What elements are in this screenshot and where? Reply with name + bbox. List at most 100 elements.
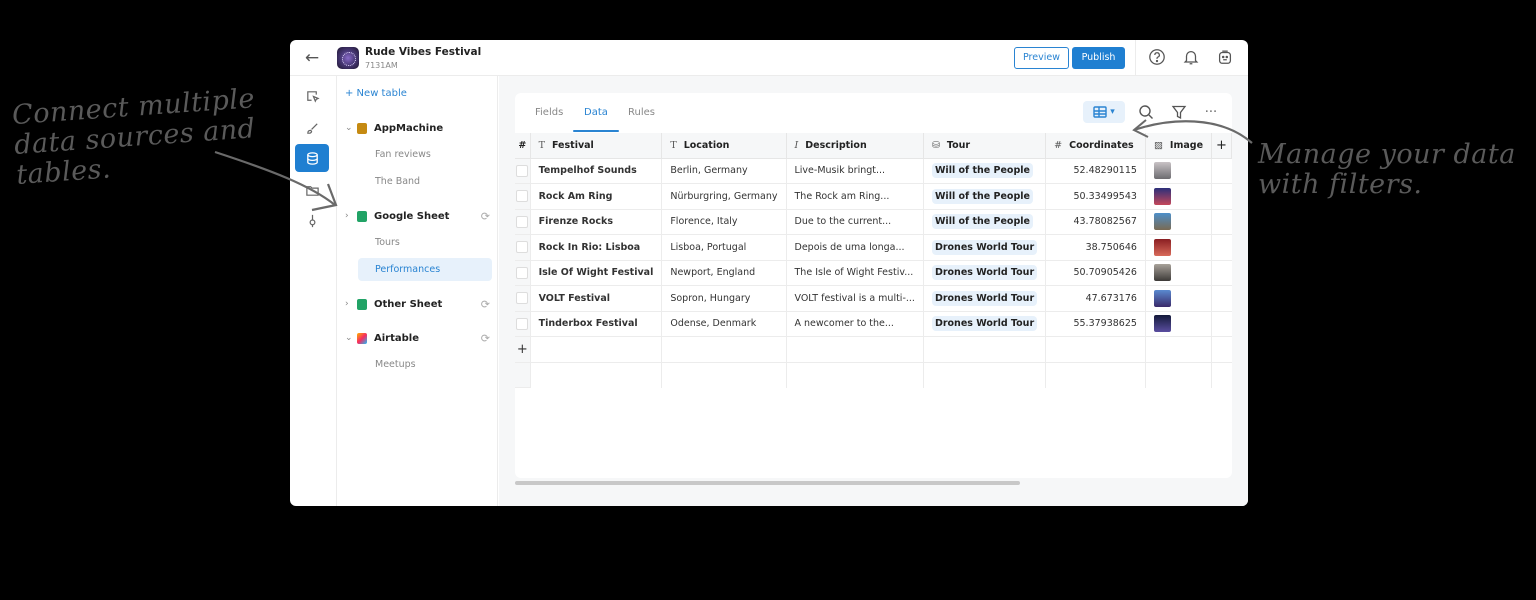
tab-fields[interactable]: Fields [535,107,563,118]
cell-festival[interactable]: Tinderbox Festival [530,311,663,337]
row-checkbox[interactable] [516,241,529,254]
cell-description[interactable]: The Isle of Wight Festiv... [786,260,924,286]
column-header-festival[interactable]: T Festival [530,133,663,159]
column-header-coordinates[interactable]: # Coordinates [1045,133,1146,159]
column-header-image[interactable]: ▨ Image [1145,133,1213,159]
cell-tour[interactable]: Will of the People [923,158,1047,184]
filter-icon[interactable] [1169,102,1189,122]
cell-festival[interactable]: Isle Of Wight Festival [530,260,663,286]
source-appmachine[interactable]: ⌄ AppMachine [345,118,490,138]
table-item[interactable]: Tours [358,231,492,254]
table-row[interactable]: Rock Am Ring Nürburgring, Germany The Rock… [515,183,1232,210]
cell-description[interactable]: Due to the current... [786,209,924,235]
table-item[interactable]: Meetups [358,353,492,376]
table-row[interactable]: Rock In Rio: Lisboa Lisboa, Portugal Depoi… [515,234,1232,261]
rail-design[interactable] [295,114,329,142]
table-item-active[interactable]: Performances [358,258,492,281]
add-column-button[interactable]: + [1211,133,1232,159]
column-header-tour[interactable]: ⛁ Tour [923,133,1047,159]
row-checkbox-cell[interactable] [515,158,531,184]
cell-location[interactable]: Florence, Italy [661,209,787,235]
tab-data[interactable]: Data [584,107,608,118]
cell-location[interactable]: Nürburgring, Germany [661,183,787,210]
cell-tour[interactable]: Will of the People [923,183,1047,210]
cell-image[interactable] [1145,234,1213,261]
row-checkbox[interactable] [516,266,529,279]
sync-icon[interactable]: ⟳ [481,210,490,223]
cell-tour[interactable]: Drones World Tour [923,234,1047,261]
source-airtable[interactable]: ⌄ Airtable ⟳ [345,328,490,348]
rail-select[interactable] [295,82,329,110]
view-switcher-button[interactable]: ▾ [1083,101,1125,123]
cell-tour[interactable]: Will of the People [923,209,1047,235]
cell-image[interactable] [1145,260,1213,286]
cell-coordinates[interactable]: 52.48290115 [1045,158,1146,184]
back-button[interactable]: ← [302,48,322,68]
cell-description[interactable]: Live-Musik bringt... [786,158,924,184]
row-checkbox[interactable] [516,215,529,228]
cell-coordinates[interactable]: 55.37938625 [1045,311,1146,337]
cell-location[interactable]: Sopron, Hungary [661,285,787,312]
row-checkbox[interactable] [516,292,529,305]
preview-button[interactable]: Preview [1014,47,1069,69]
cell-coordinates[interactable]: 43.78082567 [1045,209,1146,235]
column-header-description[interactable]: I Description [786,133,924,159]
row-checkbox[interactable] [516,317,529,330]
cell-description[interactable]: VOLT festival is a multi-... [786,285,924,312]
cell-festival[interactable]: Rock In Rio: Lisboa [530,234,663,261]
cell-festival[interactable]: Rock Am Ring [530,183,663,210]
row-checkbox-cell[interactable] [515,285,531,312]
cell-coordinates[interactable]: 50.70905426 [1045,260,1146,286]
cell-tour[interactable]: Drones World Tour [923,260,1047,286]
cell-coordinates[interactable]: 47.673176 [1045,285,1146,312]
row-checkbox-cell[interactable] [515,311,531,337]
cell-location[interactable]: Lisboa, Portugal [661,234,787,261]
cell-image[interactable] [1145,311,1213,337]
row-checkbox-cell[interactable] [515,183,531,210]
source-google-sheet[interactable]: › Google Sheet ⟳ [345,206,490,226]
cell-festival[interactable]: Firenze Rocks [530,209,663,235]
cell-tour[interactable]: Drones World Tour [923,285,1047,312]
table-row[interactable]: VOLT Festival Sopron, Hungary VOLT festiva… [515,285,1232,312]
row-checkbox[interactable] [516,190,529,203]
column-header-location[interactable]: T Location [661,133,787,159]
bell-icon[interactable] [1181,48,1201,68]
cell-image[interactable] [1145,285,1213,312]
cell-image[interactable] [1145,209,1213,235]
table-item[interactable]: Fan reviews [358,143,492,166]
cell-location[interactable]: Newport, England [661,260,787,286]
cell-description[interactable]: The Rock am Ring... [786,183,924,210]
cell-festival[interactable]: VOLT Festival [530,285,663,312]
sync-icon[interactable]: ⟳ [481,332,490,345]
table-row[interactable]: Tempelhof Sounds Berlin, Germany Live-Musi… [515,158,1232,184]
cell-image[interactable] [1145,158,1213,184]
cell-description[interactable]: Depois de uma longa... [786,234,924,261]
column-header-row-number[interactable]: # [515,133,531,159]
table-row[interactable]: Tinderbox Festival Odense, Denmark A newco… [515,311,1232,337]
table-row[interactable]: Firenze Rocks Florence, Italy Due to the c… [515,209,1232,235]
row-checkbox[interactable] [516,164,529,177]
cell-coordinates[interactable]: 50.33499543 [1045,183,1146,210]
more-options-icon[interactable]: ··· [1201,102,1221,122]
table-item[interactable]: The Band [358,170,492,193]
table-row[interactable]: Isle Of Wight Festival Newport, England Th… [515,260,1232,286]
row-checkbox-cell[interactable] [515,209,531,235]
scrollbar-thumb[interactable] [515,481,1020,485]
account-icon[interactable] [1215,48,1235,68]
help-icon[interactable] [1147,48,1167,68]
cell-location[interactable]: Berlin, Germany [661,158,787,184]
row-checkbox-cell[interactable] [515,234,531,261]
source-other-sheet[interactable]: › Other Sheet ⟳ [345,294,490,314]
publish-button[interactable]: Publish [1072,47,1125,69]
sync-icon[interactable]: ⟳ [481,298,490,311]
search-icon[interactable] [1136,102,1156,122]
rail-integrations[interactable] [295,206,329,234]
cell-festival[interactable]: Tempelhof Sounds [530,158,663,184]
cell-image[interactable] [1145,183,1213,210]
row-checkbox-cell[interactable] [515,260,531,286]
cell-description[interactable]: A newcomer to the... [786,311,924,337]
rail-data[interactable] [295,144,329,172]
add-row-button[interactable]: + [515,336,531,363]
new-table-button[interactable]: + New table [345,88,407,99]
add-row[interactable]: + [515,336,1232,363]
